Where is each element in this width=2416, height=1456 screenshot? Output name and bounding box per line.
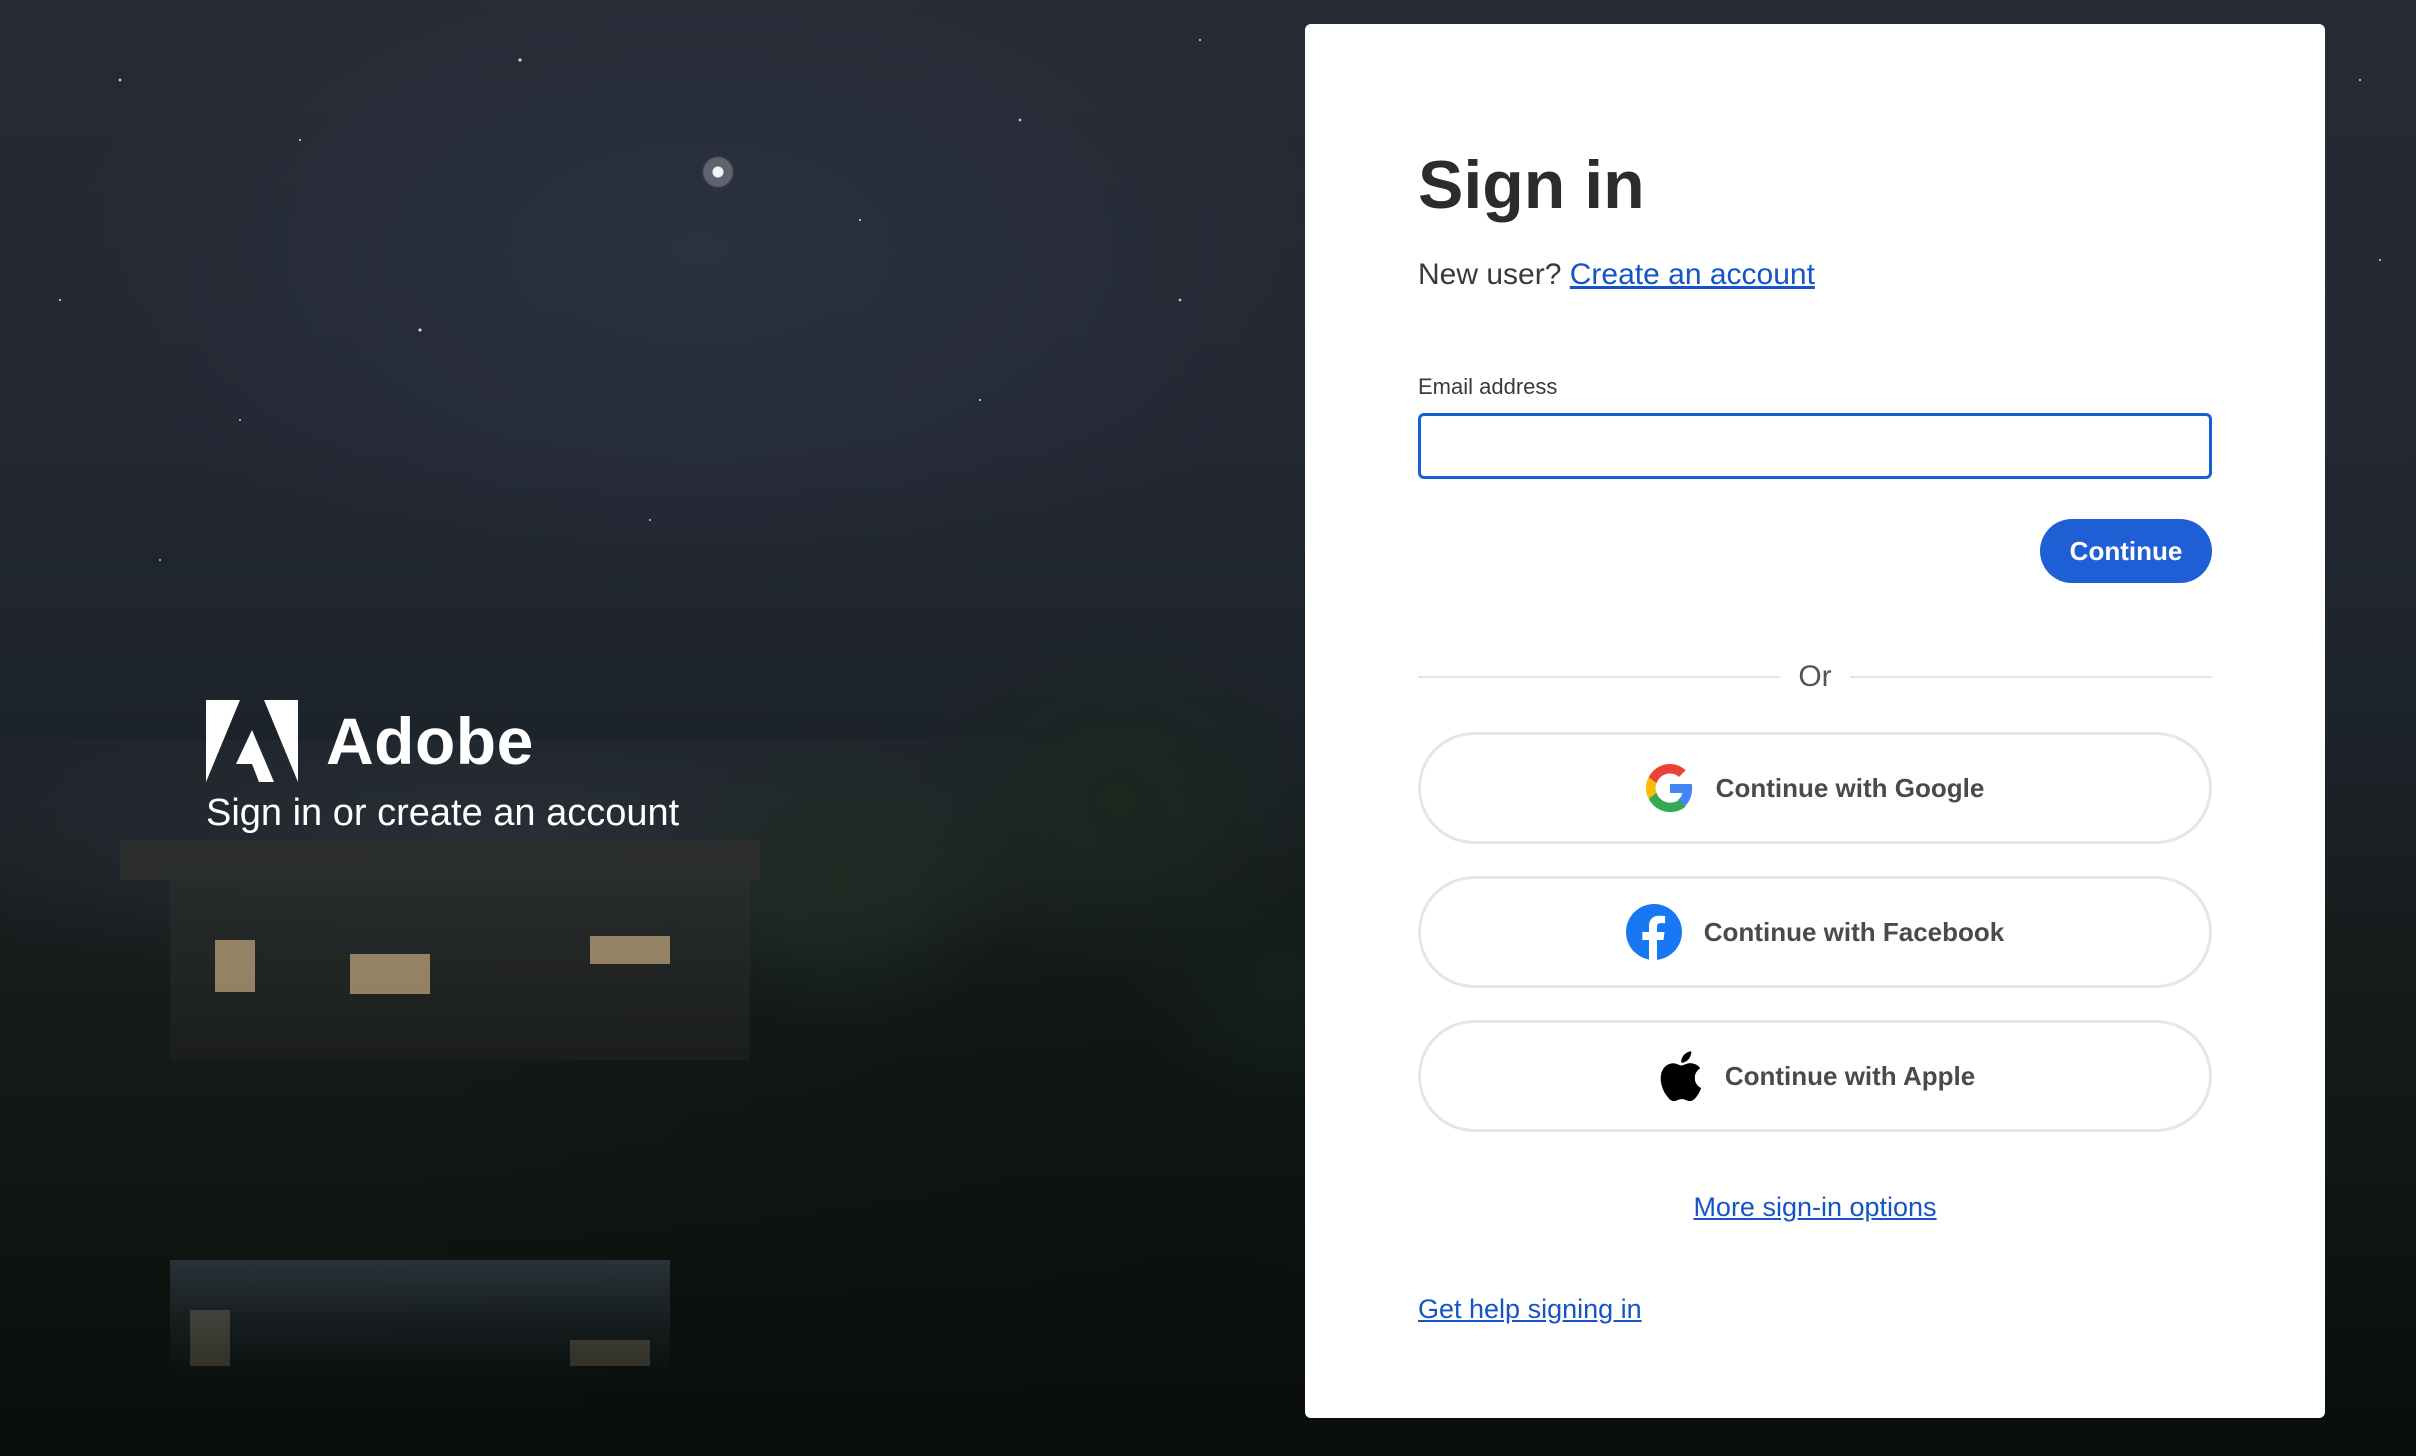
help-row: Get help signing in [1418, 1294, 1642, 1325]
brand-name: Adobe [326, 704, 534, 778]
brand-row: Adobe [206, 700, 679, 782]
continue-button[interactable]: Continue [2040, 519, 2212, 583]
new-user-row: New user? Create an account [1418, 258, 1815, 292]
divider-line [1418, 676, 1781, 678]
google-icon [1645, 764, 1692, 812]
new-user-prompt: New user? [1418, 258, 1562, 291]
adobe-logo-icon [206, 700, 298, 782]
continue-with-apple-button[interactable]: Continue with Apple [1418, 1020, 2212, 1132]
brand-tagline: Sign in or create an account [206, 792, 680, 834]
continue-with-google-button[interactable]: Continue with Google [1418, 732, 2212, 844]
facebook-button-label: Continue with Facebook [1703, 916, 2005, 947]
house-window [215, 940, 255, 992]
more-sign-in-options-link[interactable]: More sign-in options [1693, 1192, 1936, 1222]
more-options-row: More sign-in options [1305, 1192, 2325, 1223]
divider-line [1849, 676, 2213, 678]
facebook-icon [1625, 904, 1682, 960]
or-label: Or [1798, 660, 1832, 693]
or-divider: Or [1418, 655, 2213, 699]
brand-block: Adobe Sign in or create an account [206, 700, 679, 835]
email-field[interactable] [1418, 413, 2212, 479]
signin-page: Adobe Sign in or create an account Sign … [0, 0, 2416, 1456]
apple-icon [1660, 1051, 1701, 1102]
continue-with-facebook-button[interactable]: Continue with Facebook [1418, 876, 2212, 988]
google-button-label: Continue with Google [1715, 772, 1985, 803]
signin-card: Sign in New user? Create an account Emai… [1305, 24, 2325, 1418]
page-title: Sign in [1418, 147, 1645, 223]
email-label: Email address [1418, 374, 1558, 399]
get-help-link[interactable]: Get help signing in [1418, 1294, 1642, 1324]
house-window [590, 936, 670, 964]
house-window [350, 954, 430, 994]
apple-button-label: Continue with Apple [1724, 1060, 1976, 1091]
create-account-link[interactable]: Create an account [1570, 258, 1815, 291]
